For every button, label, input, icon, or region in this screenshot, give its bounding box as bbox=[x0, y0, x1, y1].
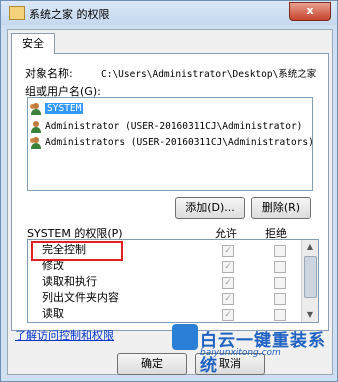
title-bar[interactable]: 系统之家 的权限 x bbox=[1, 1, 337, 25]
deny-checkbox[interactable] bbox=[274, 261, 286, 273]
cloud-logo-icon bbox=[172, 324, 198, 350]
watermark: 白云一键重装系统 baiyunxitong.com bbox=[172, 322, 338, 376]
permission-name: 列出文件夹内容 bbox=[42, 291, 119, 304]
allow-checkbox[interactable]: ✓ bbox=[222, 261, 234, 273]
users-group-icon bbox=[30, 136, 42, 149]
watermark-url: baiyunxitong.com bbox=[200, 348, 281, 358]
user-icon bbox=[30, 120, 42, 133]
list-item[interactable]: SYSTEM bbox=[30, 101, 84, 117]
object-name-label: 对象名称: bbox=[25, 67, 73, 80]
permission-row: 读取 ✓ bbox=[28, 306, 300, 322]
scroll-down-icon[interactable]: ▼ bbox=[303, 308, 317, 322]
access-control-link[interactable]: 了解访问控制和权限 bbox=[15, 327, 114, 343]
allow-checkbox[interactable]: ✓ bbox=[222, 293, 234, 305]
scroll-thumb[interactable] bbox=[304, 256, 317, 298]
allow-checkbox[interactable]: ✓ bbox=[222, 309, 234, 321]
folder-icon bbox=[9, 6, 25, 20]
permission-name: 读取 bbox=[42, 307, 64, 320]
users-group-icon bbox=[30, 102, 42, 115]
object-name-value: C:\Users\Administrator\Desktop\系统之家 bbox=[101, 69, 317, 80]
deny-checkbox[interactable] bbox=[274, 293, 286, 305]
allow-checkbox[interactable]: ✓ bbox=[222, 245, 234, 257]
list-item[interactable]: Administrators (USER-20160311CJ\Administ… bbox=[30, 135, 314, 151]
remove-button[interactable]: 删除(R) bbox=[251, 197, 311, 219]
deny-checkbox[interactable] bbox=[274, 309, 286, 321]
window-title: 系统之家 的权限 bbox=[29, 8, 110, 21]
group-user-list[interactable]: SYSTEM Administrator (USER-20160311CJ\Ad… bbox=[27, 97, 314, 191]
list-item[interactable]: Administrator (USER-20160311CJ\Administr… bbox=[30, 119, 302, 135]
permission-row: 读取和执行 ✓ bbox=[28, 274, 300, 290]
add-button[interactable]: 添加(D)... bbox=[175, 197, 245, 219]
allow-checkbox[interactable]: ✓ bbox=[222, 277, 234, 289]
deny-checkbox[interactable] bbox=[274, 277, 286, 289]
tab-security[interactable]: 安全 bbox=[11, 33, 55, 54]
permission-name: 读取和执行 bbox=[42, 275, 97, 288]
scroll-up-icon[interactable]: ▲ bbox=[303, 240, 317, 254]
permission-row: 列出文件夹内容 ✓ bbox=[28, 290, 300, 306]
highlight-box bbox=[31, 241, 123, 261]
close-button[interactable]: x bbox=[289, 2, 331, 21]
deny-checkbox[interactable] bbox=[274, 245, 286, 257]
permissions-scrollbar[interactable]: ▲ ▼ bbox=[301, 240, 318, 322]
